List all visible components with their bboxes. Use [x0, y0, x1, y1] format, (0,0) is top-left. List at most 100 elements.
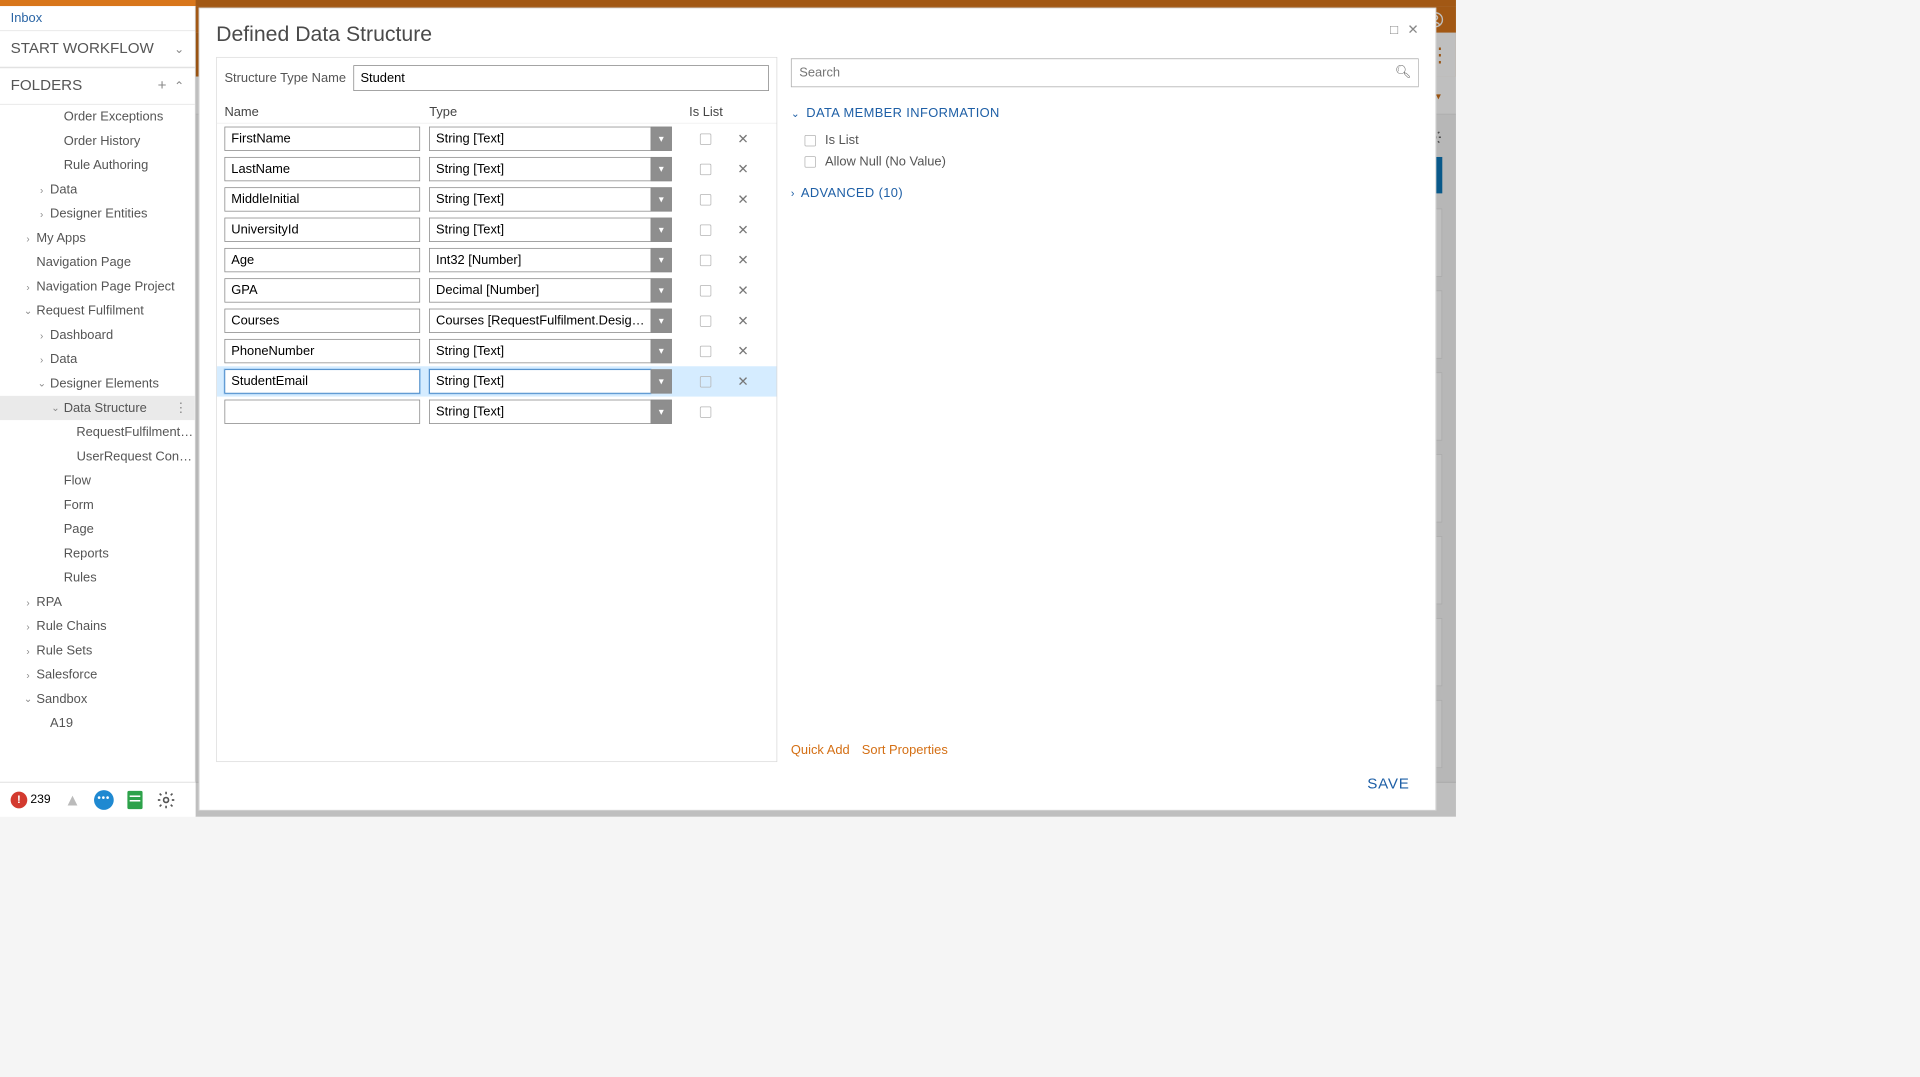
member-type-select[interactable]: Int32 [Number] [429, 248, 650, 272]
tree-item[interactable]: ›Rule Chains [0, 614, 195, 638]
delete-row-icon[interactable]: ✕ [728, 161, 758, 177]
is-list-checkbox[interactable] [700, 194, 711, 205]
tree-item[interactable]: Reports [0, 541, 195, 565]
is-list-checkbox[interactable] [700, 224, 711, 235]
chevron-down-icon[interactable]: ⌄ [36, 378, 47, 390]
tree-item-menu-icon[interactable]: ⋮ [174, 400, 194, 415]
search-icon[interactable]: 🔍︎ [1395, 64, 1411, 79]
add-folder-icon[interactable]: + [158, 77, 167, 94]
is-list-checkbox[interactable] [700, 406, 711, 417]
chevron-down-icon[interactable]: ⌄ [23, 693, 34, 705]
delete-row-icon[interactable]: ✕ [728, 343, 758, 359]
chevron-right-icon[interactable]: › [36, 329, 47, 340]
delete-row-icon[interactable]: ✕ [728, 282, 758, 298]
is-list-checkbox[interactable] [700, 163, 711, 174]
member-type-select[interactable]: String [Text] [429, 400, 650, 424]
delete-row-icon[interactable]: ✕ [728, 222, 758, 238]
maximize-icon[interactable]: □ [1390, 22, 1398, 38]
tree-item[interactable]: ⌄Request Fulfilment [0, 299, 195, 323]
member-name-input[interactable] [224, 339, 420, 363]
chevron-right-icon[interactable]: › [23, 669, 34, 680]
tree-item[interactable]: UserRequest Config... [0, 444, 195, 468]
member-name-input[interactable] [224, 157, 420, 181]
tree-item[interactable]: ⌄Data Structure⋮ [0, 396, 195, 420]
tree-item[interactable]: Order Exceptions [0, 105, 195, 129]
member-name-input[interactable] [224, 248, 420, 272]
document-icon[interactable] [128, 791, 143, 809]
is-list-checkbox[interactable] [700, 254, 711, 265]
tree-item[interactable]: A19 [0, 711, 195, 735]
prop-is-list[interactable]: Is List [791, 130, 1419, 151]
tree-item[interactable]: Rule Authoring [0, 153, 195, 177]
tree-item[interactable]: Page [0, 517, 195, 541]
delete-row-icon[interactable]: ✕ [728, 313, 758, 329]
folders-header[interactable]: FOLDERS + ⌃ [0, 67, 195, 104]
chevron-right-icon[interactable]: › [23, 596, 34, 607]
sort-properties-link[interactable]: Sort Properties [862, 742, 948, 757]
member-type-select[interactable]: String [Text] [429, 187, 650, 211]
is-list-checkbox[interactable] [700, 345, 711, 356]
member-name-input[interactable] [224, 187, 420, 211]
dropdown-caret-icon[interactable]: ▾ [651, 309, 672, 333]
is-list-checkbox[interactable] [700, 376, 711, 387]
structure-name-input[interactable] [354, 65, 769, 91]
tree-item[interactable]: RequestFulfilmentCo... [0, 420, 195, 444]
dropdown-caret-icon[interactable]: ▾ [651, 127, 672, 151]
dropdown-caret-icon[interactable]: ▾ [651, 278, 672, 302]
is-list-checkbox[interactable] [700, 285, 711, 296]
dropdown-caret-icon[interactable]: ▾ [651, 369, 672, 393]
save-button[interactable]: SAVE [1358, 773, 1419, 797]
tree-item[interactable]: ›Salesforce [0, 663, 195, 687]
settings-gear-icon[interactable] [157, 790, 177, 810]
member-name-input[interactable] [224, 400, 420, 424]
delete-row-icon[interactable]: ✕ [728, 252, 758, 268]
member-name-input[interactable] [224, 309, 420, 333]
member-name-input[interactable] [224, 127, 420, 151]
is-list-checkbox[interactable] [700, 315, 711, 326]
chevron-down-icon[interactable]: ⌄ [23, 305, 34, 317]
tree-item[interactable]: ›Dashboard [0, 323, 195, 347]
is-list-checkbox[interactable] [700, 133, 711, 144]
tree-item[interactable]: Form [0, 493, 195, 517]
member-type-select[interactable]: String [Text] [429, 127, 650, 151]
member-type-select[interactable]: String [Text] [429, 218, 650, 242]
tree-item[interactable]: ›My Apps [0, 226, 195, 250]
member-type-select[interactable]: Courses [RequestFulfilment.DesignerElem [429, 309, 650, 333]
section-data-member-info[interactable]: ⌄ DATA MEMBER INFORMATION [791, 105, 1419, 120]
tree-item[interactable]: Navigation Page [0, 250, 195, 274]
member-type-select[interactable]: Decimal [Number] [429, 278, 650, 302]
dropdown-caret-icon[interactable]: ▾ [651, 157, 672, 181]
dropdown-caret-icon[interactable]: ▾ [651, 248, 672, 272]
warning-icon[interactable]: ▲ [64, 790, 81, 810]
tree-item[interactable]: ›Navigation Page Project [0, 275, 195, 299]
tree-item[interactable]: ›RPA [0, 590, 195, 614]
error-count[interactable]: !239 [11, 791, 51, 808]
tree-item[interactable]: Order History [0, 129, 195, 153]
dropdown-caret-icon[interactable]: ▾ [651, 187, 672, 211]
quick-add-link[interactable]: Quick Add [791, 742, 850, 757]
checkbox-icon[interactable] [805, 156, 816, 167]
inbox-tab[interactable]: Inbox [0, 6, 195, 30]
tree-item[interactable]: Rules [0, 566, 195, 590]
tree-item[interactable]: Flow [0, 469, 195, 493]
member-type-select[interactable]: String [Text] [429, 339, 650, 363]
tree-item[interactable]: ⌄Sandbox [0, 687, 195, 711]
delete-row-icon[interactable]: ✕ [728, 131, 758, 147]
dropdown-caret-icon[interactable]: ▾ [651, 339, 672, 363]
properties-search-input[interactable] [791, 58, 1419, 87]
tree-item[interactable]: ⌄Designer Elements [0, 372, 195, 396]
chevron-right-icon[interactable]: › [23, 621, 34, 632]
tree-item[interactable]: ›Data [0, 177, 195, 201]
member-name-input[interactable] [224, 369, 420, 393]
chevron-right-icon[interactable]: › [23, 232, 34, 243]
checkbox-icon[interactable] [805, 135, 816, 146]
chat-icon[interactable] [94, 790, 114, 810]
chevron-right-icon[interactable]: › [36, 208, 47, 219]
member-type-select[interactable]: String [Text] [429, 157, 650, 181]
section-advanced[interactable]: › ADVANCED (10) [791, 186, 1419, 201]
close-icon[interactable]: ✕ [1407, 22, 1418, 38]
member-name-input[interactable] [224, 218, 420, 242]
chevron-right-icon[interactable]: › [36, 184, 47, 195]
member-type-select[interactable]: String [Text] [429, 369, 650, 393]
start-workflow-header[interactable]: START WORKFLOW⌄ [0, 30, 195, 67]
